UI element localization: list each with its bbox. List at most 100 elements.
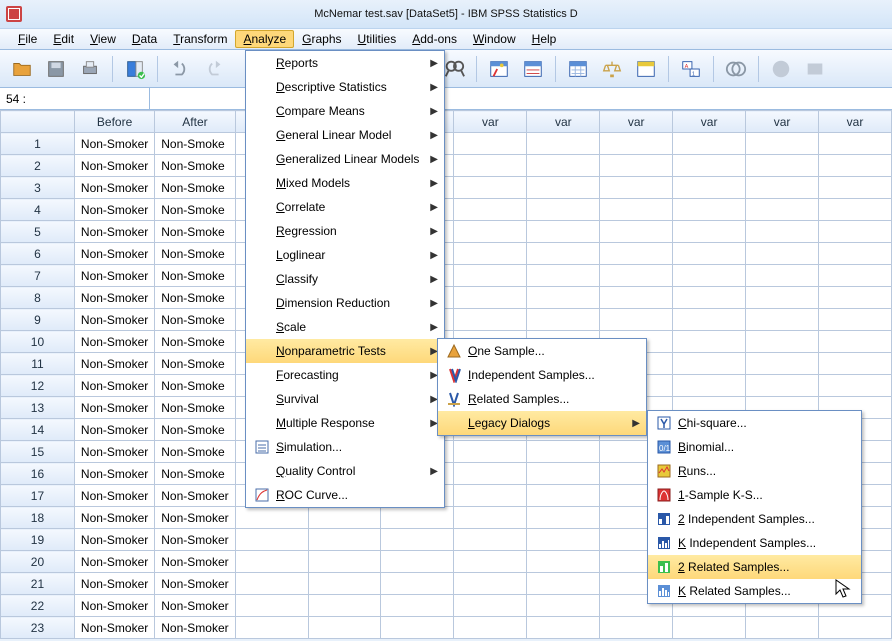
analyze-item-multiple-response[interactable]: Multiple Response▶ — [246, 411, 444, 435]
empty-cell[interactable] — [527, 221, 600, 243]
analyze-item-reports[interactable]: Reports▶ — [246, 51, 444, 75]
empty-cell[interactable] — [600, 199, 673, 221]
cell[interactable]: Non-Smoker — [74, 155, 154, 177]
empty-cell[interactable] — [746, 199, 819, 221]
analyze-item-survival[interactable]: Survival▶ — [246, 387, 444, 411]
var-column-header[interactable]: var — [819, 111, 892, 133]
cell[interactable]: Non-Smoker — [74, 243, 154, 265]
row-header[interactable]: 7 — [1, 265, 75, 287]
analyze-item-descriptive-statistics[interactable]: Descriptive Statistics▶ — [246, 75, 444, 99]
empty-cell[interactable] — [819, 221, 892, 243]
analyze-item-compare-means[interactable]: Compare Means▶ — [246, 99, 444, 123]
cell[interactable]: Non-Smoker — [155, 595, 235, 617]
empty-cell[interactable] — [819, 265, 892, 287]
cell[interactable]: Non-Smoke — [155, 419, 235, 441]
empty-cell[interactable] — [454, 529, 527, 551]
row-header[interactable]: 1 — [1, 133, 75, 155]
insert-var-icon[interactable] — [632, 55, 660, 83]
empty-cell[interactable] — [454, 485, 527, 507]
empty-cell[interactable] — [454, 441, 527, 463]
analyze-item-loglinear[interactable]: Loglinear▶ — [246, 243, 444, 267]
empty-cell[interactable] — [454, 287, 527, 309]
empty-cell[interactable] — [746, 331, 819, 353]
print-icon[interactable] — [76, 55, 104, 83]
analyze-item-simulation[interactable]: Simulation... — [246, 435, 444, 459]
cell[interactable]: Non-Smoker — [155, 529, 235, 551]
row-header[interactable]: 14 — [1, 419, 75, 441]
cell[interactable]: Non-Smoker — [155, 507, 235, 529]
empty-cell[interactable] — [673, 287, 746, 309]
analyze-item-correlate[interactable]: Correlate▶ — [246, 195, 444, 219]
nonparam-item-independent-samples[interactable]: Independent Samples... — [438, 363, 646, 387]
row-header[interactable]: 12 — [1, 375, 75, 397]
empty-cell[interactable] — [454, 155, 527, 177]
cell[interactable]: Non-Smoker — [74, 617, 154, 639]
menu-file[interactable]: File — [10, 30, 45, 48]
row-header[interactable]: 10 — [1, 331, 75, 353]
empty-cell[interactable] — [235, 551, 308, 573]
empty-cell[interactable] — [527, 485, 600, 507]
cell[interactable]: Non-Smoke — [155, 133, 235, 155]
nonparam-item-related-samples[interactable]: Related Samples... — [438, 387, 646, 411]
cell[interactable]: Non-Smoker — [74, 265, 154, 287]
empty-cell[interactable] — [673, 155, 746, 177]
cell[interactable]: Non-Smoke — [155, 243, 235, 265]
weight-icon[interactable] — [598, 55, 626, 83]
legacy-item-2-related-samples[interactable]: 2 Related Samples... — [648, 555, 861, 579]
empty-cell[interactable] — [454, 551, 527, 573]
cell[interactable]: Non-Smoke — [155, 309, 235, 331]
empty-cell[interactable] — [746, 353, 819, 375]
empty-cell[interactable] — [381, 551, 454, 573]
redo-icon[interactable] — [200, 55, 228, 83]
row-header[interactable]: 6 — [1, 243, 75, 265]
analyze-item-quality-control[interactable]: Quality Control▶ — [246, 459, 444, 483]
var-column-header[interactable]: var — [746, 111, 819, 133]
empty-cell[interactable] — [819, 353, 892, 375]
analyze-item-generalized-linear-models[interactable]: Generalized Linear Models▶ — [246, 147, 444, 171]
empty-cell[interactable] — [381, 507, 454, 529]
analyze-item-scale[interactable]: Scale▶ — [246, 315, 444, 339]
cell[interactable]: Non-Smoker — [74, 309, 154, 331]
cell[interactable]: Non-Smoker — [74, 331, 154, 353]
empty-cell[interactable] — [819, 243, 892, 265]
row-header[interactable]: 17 — [1, 485, 75, 507]
empty-cell[interactable] — [819, 617, 892, 639]
empty-cell[interactable] — [235, 573, 308, 595]
empty-cell[interactable] — [308, 595, 381, 617]
empty-cell[interactable] — [454, 177, 527, 199]
empty-cell[interactable] — [746, 133, 819, 155]
empty-cell[interactable] — [235, 507, 308, 529]
empty-cell[interactable] — [454, 265, 527, 287]
menu-analyze[interactable]: Analyze — [235, 30, 294, 48]
open-icon[interactable] — [8, 55, 36, 83]
column-header-after[interactable]: After — [155, 111, 235, 133]
empty-cell[interactable] — [527, 529, 600, 551]
empty-cell[interactable] — [235, 595, 308, 617]
row-header[interactable]: 18 — [1, 507, 75, 529]
more-icon[interactable] — [801, 55, 829, 83]
empty-cell[interactable] — [746, 375, 819, 397]
spellcheck-icon[interactable] — [767, 55, 795, 83]
empty-cell[interactable] — [235, 617, 308, 639]
menu-transform[interactable]: Transform — [165, 30, 235, 48]
legacy-dialogs-submenu[interactable]: Chi-square...0/1Binomial...Runs...1-Samp… — [647, 410, 862, 604]
empty-cell[interactable] — [527, 199, 600, 221]
empty-cell[interactable] — [819, 287, 892, 309]
menu-edit[interactable]: Edit — [45, 30, 82, 48]
show-labels-icon[interactable]: A1 — [677, 55, 705, 83]
empty-cell[interactable] — [746, 617, 819, 639]
empty-cell[interactable] — [819, 177, 892, 199]
empty-cell[interactable] — [454, 243, 527, 265]
empty-cell[interactable] — [454, 595, 527, 617]
empty-cell[interactable] — [527, 573, 600, 595]
empty-cell[interactable] — [454, 573, 527, 595]
var-column-header[interactable]: var — [454, 111, 527, 133]
empty-cell[interactable] — [600, 265, 673, 287]
recall-dialog-icon[interactable] — [121, 55, 149, 83]
empty-cell[interactable] — [527, 133, 600, 155]
row-header[interactable]: 16 — [1, 463, 75, 485]
empty-cell[interactable] — [527, 155, 600, 177]
empty-cell[interactable] — [308, 551, 381, 573]
legacy-item-chi-square[interactable]: Chi-square... — [648, 411, 861, 435]
empty-cell[interactable] — [746, 309, 819, 331]
